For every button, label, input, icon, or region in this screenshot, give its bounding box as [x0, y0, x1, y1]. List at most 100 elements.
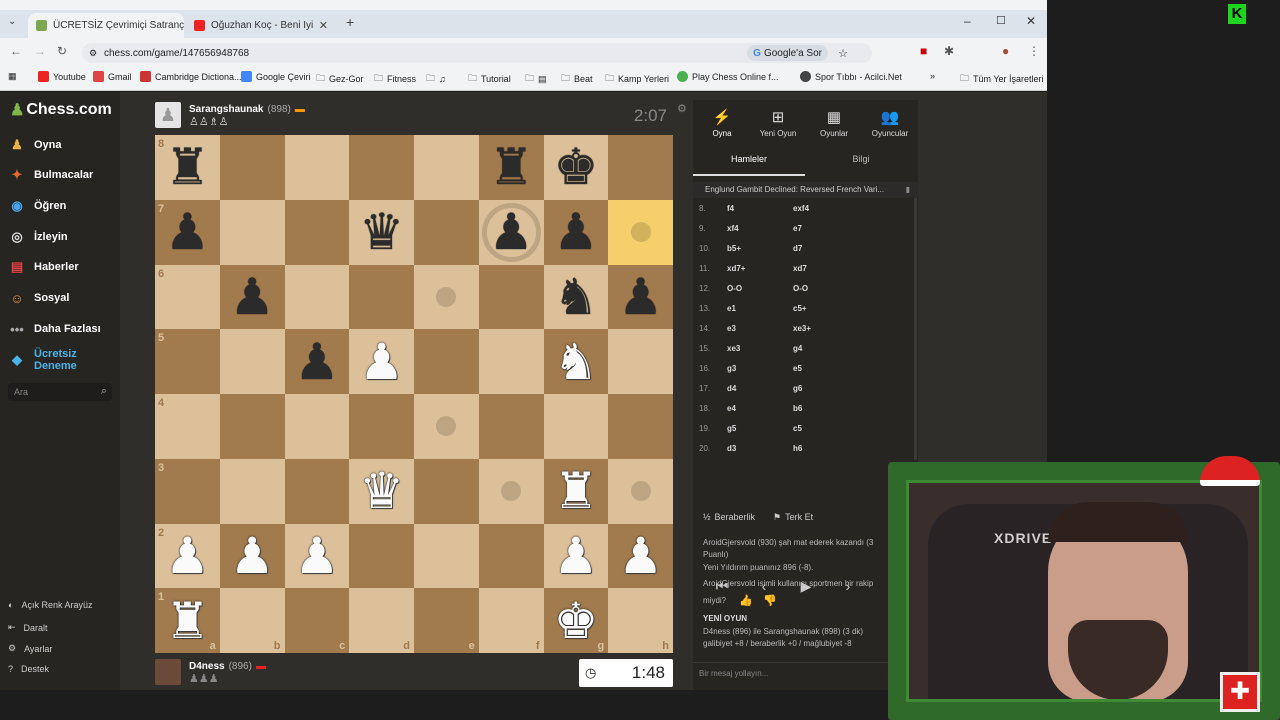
square-a7[interactable]: 7 ♟ [155, 199, 220, 265]
square-d3[interactable]: ♛ [349, 458, 414, 524]
square-h7[interactable] [608, 199, 673, 265]
square-g3[interactable]: ♜ [543, 458, 609, 524]
bookmark-beat[interactable]: 🗀 Beat [561, 71, 593, 87]
square-b3[interactable] [219, 458, 285, 524]
close-tab-icon[interactable]: ✕ [319, 19, 328, 32]
black-move[interactable]: e5 [793, 364, 863, 373]
footer-light-theme[interactable]: ◐ Açık Renk Arayüz [8, 600, 92, 610]
white-move[interactable]: e3 [727, 324, 793, 333]
footer-collapse[interactable]: ⇤ Daralt [8, 622, 48, 633]
square-h8[interactable] [608, 135, 673, 200]
square-c6[interactable] [284, 264, 350, 330]
square-c1[interactable]: c [284, 588, 350, 653]
square-f3[interactable] [478, 458, 544, 524]
white-pawn-icon[interactable]: ♟ [155, 524, 220, 589]
nav-ogren[interactable]: ◉ Öğren [8, 197, 66, 215]
bookmark-play-chess[interactable]: Play Chess Online f... [677, 71, 779, 82]
black-pawn-icon[interactable]: ♟ [544, 200, 609, 265]
tab-search-icon[interactable]: ⌄ [8, 16, 16, 27]
bookmark-tutorial[interactable]: 🗀 Tutorial [468, 71, 511, 87]
square-b5[interactable] [219, 329, 285, 394]
black-move[interactable]: O-O [793, 284, 863, 293]
tab-youtube[interactable]: Oğuzhan Koç - Beni İyi Sanı ✕ [186, 13, 336, 38]
square-d4[interactable] [349, 394, 414, 459]
white-move[interactable]: O-O [727, 284, 793, 293]
square-e6[interactable] [414, 264, 479, 330]
bookmark-youtube[interactable]: Youtube [38, 71, 86, 82]
move-hint-dot[interactable] [501, 481, 522, 502]
square-f1[interactable]: f [478, 588, 544, 653]
bookmark-music[interactable]: 🗀 ♫ [426, 71, 446, 87]
tab-oyunlar[interactable]: ▦ Oyunlar [806, 108, 862, 138]
square-b7[interactable] [219, 199, 285, 265]
maximize-icon[interactable]: ☐ [996, 14, 1006, 27]
bookmark-gez-gor[interactable]: 🗀 Gez-Gor [316, 71, 364, 87]
square-c3[interactable] [284, 458, 350, 524]
square-b6[interactable]: ♟ [219, 264, 285, 330]
square-b8[interactable] [219, 135, 285, 200]
square-f6[interactable] [478, 264, 544, 330]
square-b2[interactable]: ♟ [219, 523, 285, 589]
black-move[interactable]: h6 [793, 444, 863, 453]
black-king-icon[interactable]: ♚ [544, 135, 609, 200]
square-d6[interactable] [349, 264, 414, 330]
white-move[interactable]: d3 [727, 444, 793, 453]
black-move[interactable]: exf4 [793, 204, 863, 213]
address-bar[interactable]: ⚙ chess.com/game/147656948768 G Google'a… [82, 43, 872, 63]
chess-board[interactable]: 8 ♜ ♜ ♚ 7 ♟ ♛ ♟ ♟ 6 ♟ ♞ ♟ 5 ♟ ♟ ♞ 4 3 ♛ ♜ 2 ♟ ♟ ♟ ♟ ♟ 1 a ♜ b c d e f g ♚ h [155, 135, 673, 653]
new-tab-icon[interactable]: + [346, 14, 354, 30]
black-pawn-icon[interactable]: ♟ [155, 200, 220, 265]
settings-gear-icon[interactable]: ⚙ [677, 102, 687, 115]
square-a5[interactable]: 5 [155, 329, 220, 394]
white-move[interactable]: e4 [727, 404, 793, 413]
square-h1[interactable]: h [608, 588, 673, 653]
subtab-hamleler[interactable]: Hamleler [693, 152, 805, 176]
white-rook-icon[interactable]: ♜ [155, 588, 220, 653]
white-move[interactable]: g5 [727, 424, 793, 433]
square-f5[interactable] [478, 329, 544, 394]
white-king-icon[interactable]: ♚ [544, 588, 609, 653]
square-f7[interactable]: ♟ [478, 199, 544, 265]
square-d2[interactable] [349, 523, 414, 589]
square-h4[interactable] [608, 394, 673, 459]
white-move[interactable]: f4 [727, 204, 793, 213]
menu-icon[interactable]: ⋮ [1028, 44, 1040, 58]
bookmark-gmail[interactable]: Gmail [93, 71, 132, 82]
nav-haberler[interactable]: ▤ Haberler [8, 258, 79, 276]
tab-chess[interactable]: ÜCRETSİZ Çevrimiçi Satranç Oy ✕ [28, 13, 184, 38]
extension-icon[interactable]: ■ [920, 44, 927, 58]
square-e5[interactable] [414, 329, 479, 394]
top-player-name[interactable]: Sarangshaunak [189, 104, 263, 115]
tab-yeni-oyun[interactable]: ⊞ Yeni Oyun [750, 108, 806, 138]
square-d1[interactable]: d [349, 588, 414, 653]
white-pawn-icon[interactable]: ♟ [544, 524, 609, 589]
square-e4[interactable] [414, 394, 479, 459]
avatar[interactable] [155, 659, 181, 685]
square-e2[interactable] [414, 523, 479, 589]
square-g4[interactable] [543, 394, 609, 459]
square-c7[interactable] [284, 199, 350, 265]
black-move[interactable]: b6 [793, 404, 863, 413]
square-f2[interactable] [478, 523, 544, 589]
square-d5[interactable]: ♟ [349, 329, 414, 394]
capture-hint-ring[interactable] [481, 202, 541, 262]
resign-button[interactable]: ⚑ Terk Et [773, 512, 813, 523]
draw-button[interactable]: ½ Beraberlik [703, 512, 755, 522]
square-e1[interactable]: e [414, 588, 479, 653]
square-a2[interactable]: 2 ♟ [155, 523, 220, 589]
move-hint-dot[interactable] [630, 222, 651, 243]
white-pawn-icon[interactable]: ♟ [285, 524, 350, 589]
white-pawn-icon[interactable]: ♟ [349, 329, 414, 394]
black-move[interactable]: e7 [793, 224, 863, 233]
square-c8[interactable] [284, 135, 350, 200]
minimize-icon[interactable]: – [964, 14, 971, 28]
white-rook-icon[interactable]: ♜ [544, 459, 609, 524]
white-move[interactable]: xe3 [727, 344, 793, 353]
white-move[interactable]: g3 [727, 364, 793, 373]
nav-ucretsiz-deneme[interactable]: ◆ Ücretsiz Deneme [8, 348, 108, 372]
chat-input[interactable]: Bir mesaj yollayın... ☺ [693, 662, 918, 684]
avatar[interactable]: ♟ [155, 102, 181, 128]
black-pawn-icon[interactable]: ♟ [608, 265, 673, 330]
nav-bulmacalar[interactable]: ✦ Bulmacalar [8, 166, 94, 184]
nav-sosyal[interactable]: ☺ Sosyal [8, 289, 69, 307]
